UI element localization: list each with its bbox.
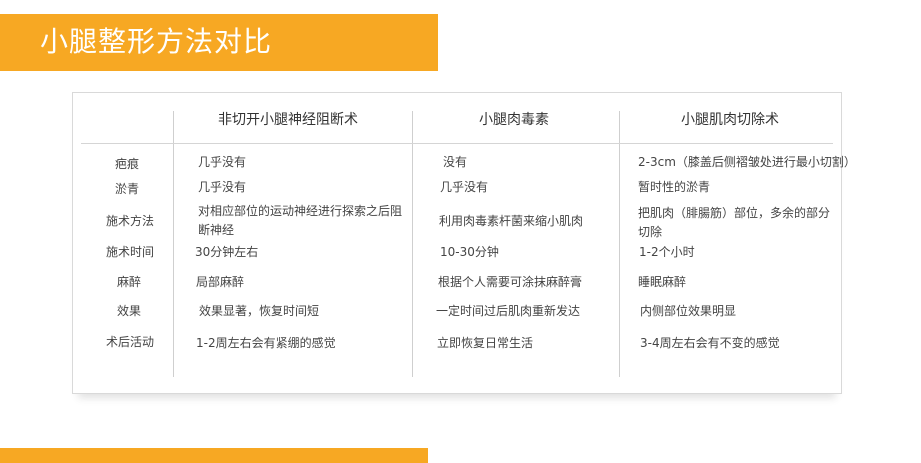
table-cell: 内侧部位效果明显	[640, 304, 737, 318]
row-label-duration: 施术时间	[106, 245, 155, 259]
row-label-post-op: 术后活动	[106, 335, 155, 349]
table-cell: 1-2个小时	[639, 245, 695, 259]
table-cell: 30分钟左右	[195, 245, 259, 259]
column-header-muscle-resection: 小腿肌肉切除术	[681, 112, 779, 128]
table-cell: 几乎没有	[198, 180, 247, 194]
row-label-anesthesia: 麻醉	[117, 275, 142, 289]
column-divider	[412, 111, 413, 377]
table-cell: 根据个人需要可涂抹麻醉膏	[438, 275, 583, 289]
table-cell: 没有	[443, 155, 468, 169]
table-cell: 几乎没有	[440, 180, 489, 194]
table-cell: 暂时性的淤青	[638, 180, 711, 194]
table-cell: 一定时间过后肌肉重新发达	[436, 304, 581, 318]
column-header-nerve-block: 非切开小腿神经阻断术	[218, 112, 358, 128]
table-cell: 几乎没有	[198, 155, 247, 169]
column-header-botox: 小腿肉毒素	[479, 112, 549, 128]
table-cell: 局部麻醉	[196, 275, 245, 289]
table-cell: 3-4周左右会有不变的感觉	[640, 336, 780, 350]
row-label-method: 施术方法	[106, 214, 155, 228]
table-cell: 10-30分钟	[440, 245, 499, 259]
table-cell: 睡眠麻醉	[638, 275, 687, 289]
column-divider	[619, 111, 620, 377]
row-label-effect: 效果	[117, 304, 142, 318]
table-cell: 1-2周左右会有紧绷的感觉	[196, 336, 336, 350]
table-cell: 把肌肉（腓腸筋）部位，多余的部分切除	[638, 206, 831, 239]
header-divider	[81, 143, 833, 144]
row-label-scar: 疤痕	[115, 157, 140, 171]
table-cell: 2-3cm（膝盖后侧褶皱处进行最小切割）	[638, 155, 856, 169]
column-divider	[173, 111, 174, 377]
row-label-bruise: 淤青	[115, 182, 140, 196]
page-title: 小腿整形方法对比	[40, 25, 273, 58]
table-cell: 对相应部位的运动神经进行探索之后阻断神经	[198, 204, 403, 237]
table-cell: 利用肉毒素杆菌来缩小肌肉	[439, 214, 584, 228]
table-cell: 效果显著，恢复时间短	[199, 304, 320, 318]
table-cell: 立即恢复日常生活	[437, 336, 534, 350]
bottom-accent-bar	[0, 448, 428, 463]
comparison-table: 非切开小腿神经阻断术 小腿肉毒素 小腿肌肉切除术 疤痕 几乎没有 没有 2-3c…	[72, 92, 856, 394]
